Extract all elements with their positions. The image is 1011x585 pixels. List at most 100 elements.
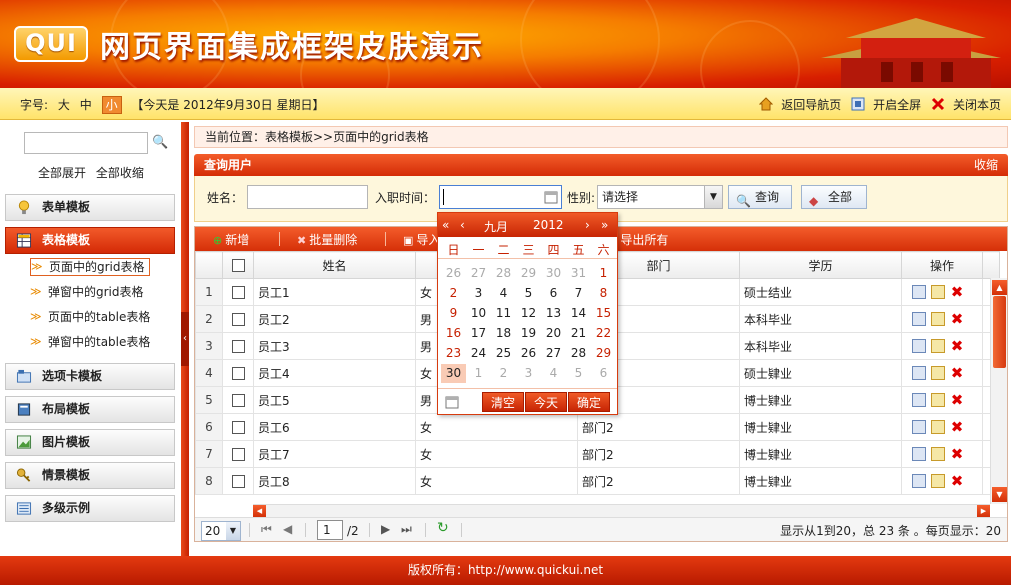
delete-icon[interactable]: ✖ bbox=[950, 393, 964, 408]
scroll-up-button[interactable]: ▲ bbox=[992, 280, 1007, 295]
nav-table-templates[interactable]: 表格模板 bbox=[5, 227, 175, 254]
delete-icon[interactable]: ✖ bbox=[950, 420, 964, 435]
calendar-day[interactable]: 24 bbox=[466, 344, 491, 363]
row-checkbox-cell[interactable] bbox=[222, 359, 254, 387]
hire-date-input[interactable] bbox=[439, 185, 562, 209]
page-size-select[interactable]: 20 ▼ bbox=[201, 521, 241, 541]
close-page-link[interactable]: 关闭本页 bbox=[931, 97, 1001, 112]
scroll-down-button[interactable]: ▼ bbox=[992, 487, 1007, 502]
nav-scene-templates[interactable]: 情景模板 bbox=[5, 462, 175, 489]
calendar-day[interactable]: 22 bbox=[591, 324, 616, 343]
nav-tab-templates[interactable]: 选项卡模板 bbox=[5, 363, 175, 390]
calendar-icon[interactable] bbox=[544, 190, 558, 204]
view-icon[interactable] bbox=[912, 366, 926, 381]
current-page-input[interactable]: 1 bbox=[317, 520, 343, 540]
calendar-day[interactable]: 15 bbox=[591, 304, 616, 323]
sub-item-page-table[interactable]: ≫ 页面中的table表格 bbox=[30, 309, 150, 327]
calendar-day[interactable]: 6 bbox=[541, 284, 566, 303]
calendar-day[interactable]: 27 bbox=[541, 344, 566, 363]
delete-icon[interactable]: ✖ bbox=[950, 285, 964, 300]
row-checkbox[interactable] bbox=[231, 475, 245, 488]
edit-icon[interactable] bbox=[931, 312, 945, 327]
scroll-left-button[interactable]: ◀ bbox=[253, 505, 266, 517]
first-page-icon[interactable]: ⏮ bbox=[261, 522, 272, 537]
nav-form-templates[interactable]: 表单模板 bbox=[5, 194, 175, 221]
calendar-day[interactable]: 7 bbox=[566, 284, 591, 303]
refresh-icon[interactable]: ↻ bbox=[437, 520, 449, 536]
prev-month-button[interactable]: ‹ bbox=[460, 218, 465, 232]
calendar-day[interactable]: 29 bbox=[516, 264, 541, 283]
calendar-day[interactable]: 4 bbox=[541, 364, 566, 383]
row-checkbox[interactable] bbox=[231, 367, 245, 380]
row-checkbox[interactable] bbox=[231, 448, 245, 461]
clear-date-button[interactable]: 清空 bbox=[482, 392, 524, 412]
show-all-button[interactable]: ◆ 全部 bbox=[801, 185, 867, 209]
delete-icon[interactable]: ✖ bbox=[950, 339, 964, 354]
edit-icon[interactable] bbox=[931, 474, 945, 489]
column-header-education[interactable]: 学历 bbox=[739, 251, 902, 279]
view-icon[interactable] bbox=[912, 339, 926, 354]
calendar-day[interactable]: 13 bbox=[541, 304, 566, 323]
calendar-day[interactable]: 27 bbox=[466, 264, 491, 283]
sub-item-page-grid[interactable]: ≫ 页面中的grid表格 bbox=[30, 258, 150, 276]
calendar-day[interactable]: 2 bbox=[491, 364, 516, 383]
next-page-icon[interactable]: ▶ bbox=[381, 522, 390, 536]
calendar-day[interactable]: 10 bbox=[466, 304, 491, 323]
nav-layout-templates[interactable]: 布局模板 bbox=[5, 396, 175, 423]
delete-icon[interactable]: ✖ bbox=[950, 312, 964, 327]
calendar-day[interactable]: 16 bbox=[441, 324, 466, 343]
sub-item-dialog-grid[interactable]: ≫ 弹窗中的grid表格 bbox=[30, 284, 144, 302]
column-header-name[interactable]: 姓名 bbox=[253, 251, 416, 279]
today-button[interactable]: 今天 bbox=[525, 392, 567, 412]
year-select[interactable]: 2012 bbox=[533, 218, 564, 232]
calendar-day[interactable]: 28 bbox=[566, 344, 591, 363]
table-row[interactable]: 8 员工8 女部门2 博士肄业 ✖ bbox=[195, 467, 1000, 495]
next-year-button[interactable]: » bbox=[601, 218, 608, 232]
calendar-day[interactable]: 14 bbox=[566, 304, 591, 323]
edit-icon[interactable] bbox=[931, 447, 945, 462]
row-checkbox[interactable] bbox=[231, 394, 245, 407]
table-row[interactable]: 6 员工6 女部门2 博士肄业 ✖ bbox=[195, 413, 1000, 441]
calendar-day[interactable]: 28 bbox=[491, 264, 516, 283]
edit-icon[interactable] bbox=[931, 420, 945, 435]
calendar-day[interactable]: 6 bbox=[591, 364, 616, 383]
calendar-day[interactable]: 30 bbox=[441, 364, 466, 383]
font-large-button[interactable]: 大 bbox=[58, 98, 70, 112]
row-checkbox-cell[interactable] bbox=[222, 467, 254, 495]
import-button[interactable]: ▣ 导入 bbox=[403, 231, 440, 248]
sidebar-search-input[interactable] bbox=[24, 132, 148, 154]
horizontal-scrollbar[interactable]: ◀ ▶ bbox=[253, 504, 990, 517]
last-page-icon[interactable]: ⏭ bbox=[401, 522, 412, 537]
next-month-button[interactable]: › bbox=[585, 218, 590, 232]
calendar-day[interactable]: 18 bbox=[491, 324, 516, 343]
delete-icon[interactable]: ✖ bbox=[950, 474, 964, 489]
calendar-day[interactable]: 11 bbox=[491, 304, 516, 323]
calendar-day[interactable]: 5 bbox=[566, 364, 591, 383]
edit-icon[interactable] bbox=[931, 285, 945, 300]
collapse-sidebar-toggle[interactable]: ‹ bbox=[181, 312, 189, 366]
calendar-day[interactable]: 20 bbox=[541, 324, 566, 343]
view-icon[interactable] bbox=[912, 420, 926, 435]
nav-multilevel-examples[interactable]: 多级示例 bbox=[5, 495, 175, 522]
calendar-day[interactable]: 8 bbox=[591, 284, 616, 303]
row-checkbox-cell[interactable] bbox=[222, 386, 254, 414]
row-checkbox[interactable] bbox=[231, 313, 245, 326]
name-input[interactable] bbox=[247, 185, 368, 209]
batch-delete-button[interactable]: ✖ 批量删除 bbox=[297, 231, 357, 248]
calendar-day[interactable]: 21 bbox=[566, 324, 591, 343]
delete-icon[interactable]: ✖ bbox=[950, 366, 964, 381]
month-select[interactable]: 九月 bbox=[484, 218, 508, 235]
scroll-thumb[interactable] bbox=[993, 296, 1006, 368]
row-checkbox-cell[interactable] bbox=[222, 305, 254, 333]
view-icon[interactable] bbox=[912, 393, 926, 408]
calendar-day[interactable]: 25 bbox=[491, 344, 516, 363]
edit-icon[interactable] bbox=[931, 366, 945, 381]
row-checkbox-cell[interactable] bbox=[222, 440, 254, 468]
row-checkbox-cell[interactable] bbox=[222, 332, 254, 360]
sidebar-splitter[interactable]: ‹ bbox=[181, 122, 189, 556]
calendar-day[interactable]: 29 bbox=[591, 344, 616, 363]
calendar-day[interactable]: 1 bbox=[466, 364, 491, 383]
row-checkbox[interactable] bbox=[231, 340, 245, 353]
calendar-day[interactable]: 1 bbox=[591, 264, 616, 283]
calendar-day[interactable]: 31 bbox=[566, 264, 591, 283]
